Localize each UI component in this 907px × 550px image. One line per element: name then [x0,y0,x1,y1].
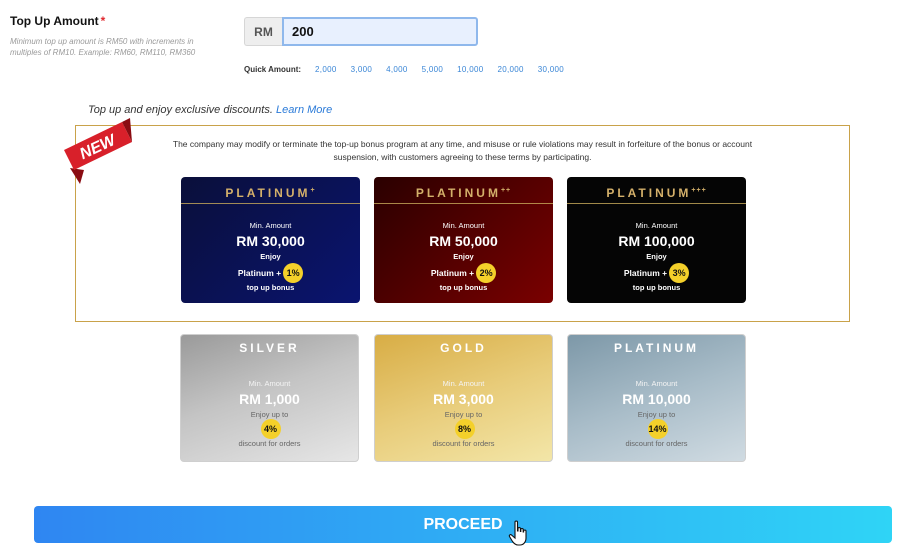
top-up-title: Top Up Amount * [10,14,106,28]
tier-name: SILVER [239,341,300,355]
tier-plus: 8% [375,419,552,439]
quick-amount-option[interactable]: 20,000 [497,65,523,74]
tier-amount: RM 50,000 [429,233,498,249]
tier-amount: RM 3,000 [433,391,494,407]
quick-amount-option[interactable]: 3,000 [351,65,373,74]
quick-amount-option[interactable]: 4,000 [386,65,408,74]
percent-badge: 3% [669,263,690,283]
tier-amount: RM 100,000 [618,233,695,249]
tier-plus: Platinum +2% [374,263,553,283]
tier-card-platinum[interactable]: PLATINUM Min. Amount RM 10,000 Enjoy up … [567,334,746,462]
learn-more-link[interactable]: Learn More [276,104,332,116]
tier-min-label: Min. Amount [248,379,291,388]
tier-enjoy: Enjoy [260,252,281,261]
required-mark: * [100,14,106,28]
amount-input[interactable] [282,17,478,46]
tier-card-platinum-plus[interactable]: PLATINUM+ Min. Amount RM 30,000 Enjoy Pl… [181,177,360,303]
tier-amount: RM 1,000 [239,391,300,407]
tier-bonus: discount for orders [238,439,301,448]
tier-enjoy: Enjoy up to [444,410,483,419]
quick-amount-option[interactable]: 5,000 [422,65,444,74]
tier-name: PLATINUM [613,341,700,355]
tier-min-label: Min. Amount [442,379,485,388]
tier-name: GOLD [440,341,487,355]
promo-terms: The company may modify or terminate the … [172,139,753,162]
promo-text: Top up and enjoy exclusive discounts. Le… [88,104,333,116]
percent-badge: 2% [476,263,497,283]
quick-amount-option[interactable]: 30,000 [538,65,564,74]
quick-amount-label: Quick Amount: [244,65,302,74]
tier-name: PLATINUM+++ [567,177,746,204]
tier-bonus: top up bonus [632,283,681,292]
tier-bonus: top up bonus [246,283,295,292]
tier-plus: Platinum +3% [567,263,746,283]
tier-card-platinum-plus-plus-plus[interactable]: PLATINUM+++ Min. Amount RM 100,000 Enjoy… [567,177,746,303]
quick-amount-row: Quick Amount: 2,000 3,000 4,000 5,000 10… [244,65,578,74]
new-ribbon-icon: NEW [64,118,132,184]
tier-enjoy: Enjoy [453,252,474,261]
percent-badge: 1% [283,263,304,283]
tier-card-platinum-plus-plus[interactable]: PLATINUM++ Min. Amount RM 50,000 Enjoy P… [374,177,553,303]
tier-bonus: discount for orders [625,439,688,448]
tier-min-label: Min. Amount [249,221,292,230]
proceed-button[interactable]: PROCEED [34,506,892,543]
quick-amount-option[interactable]: 2,000 [315,65,337,74]
tier-amount: RM 10,000 [622,391,691,407]
tier-min-label: Min. Amount [635,379,678,388]
tier-plus: Platinum +1% [181,263,360,283]
tier-enjoy: Enjoy up to [250,410,289,419]
tier-bonus: discount for orders [432,439,495,448]
amount-field-group: RM [244,17,478,46]
tier-plus: 4% [181,419,358,439]
tier-card-gold[interactable]: GOLD Min. Amount RM 3,000 Enjoy up to 8%… [374,334,553,462]
percent-badge: 8% [454,419,475,439]
percent-badge: 4% [260,419,281,439]
tier-name: PLATINUM+ [181,177,360,204]
tier-card-silver[interactable]: SILVER Min. Amount RM 1,000 Enjoy up to … [180,334,359,462]
currency-tag: RM [244,17,282,46]
percent-badge: 14% [647,419,668,439]
tier-name: PLATINUM++ [374,177,553,204]
tier-amount: RM 30,000 [236,233,305,249]
tier-min-label: Min. Amount [635,221,678,230]
tier-enjoy: Enjoy [646,252,667,261]
tier-enjoy: Enjoy up to [637,410,676,419]
hand-pointer-icon [508,520,527,546]
quick-amount-option[interactable]: 10,000 [457,65,483,74]
tier-plus: 14% [568,419,745,439]
tier-min-label: Min. Amount [442,221,485,230]
tier-bonus: top up bonus [439,283,488,292]
amount-hint: Minimum top up amount is RM50 with incre… [10,37,196,57]
